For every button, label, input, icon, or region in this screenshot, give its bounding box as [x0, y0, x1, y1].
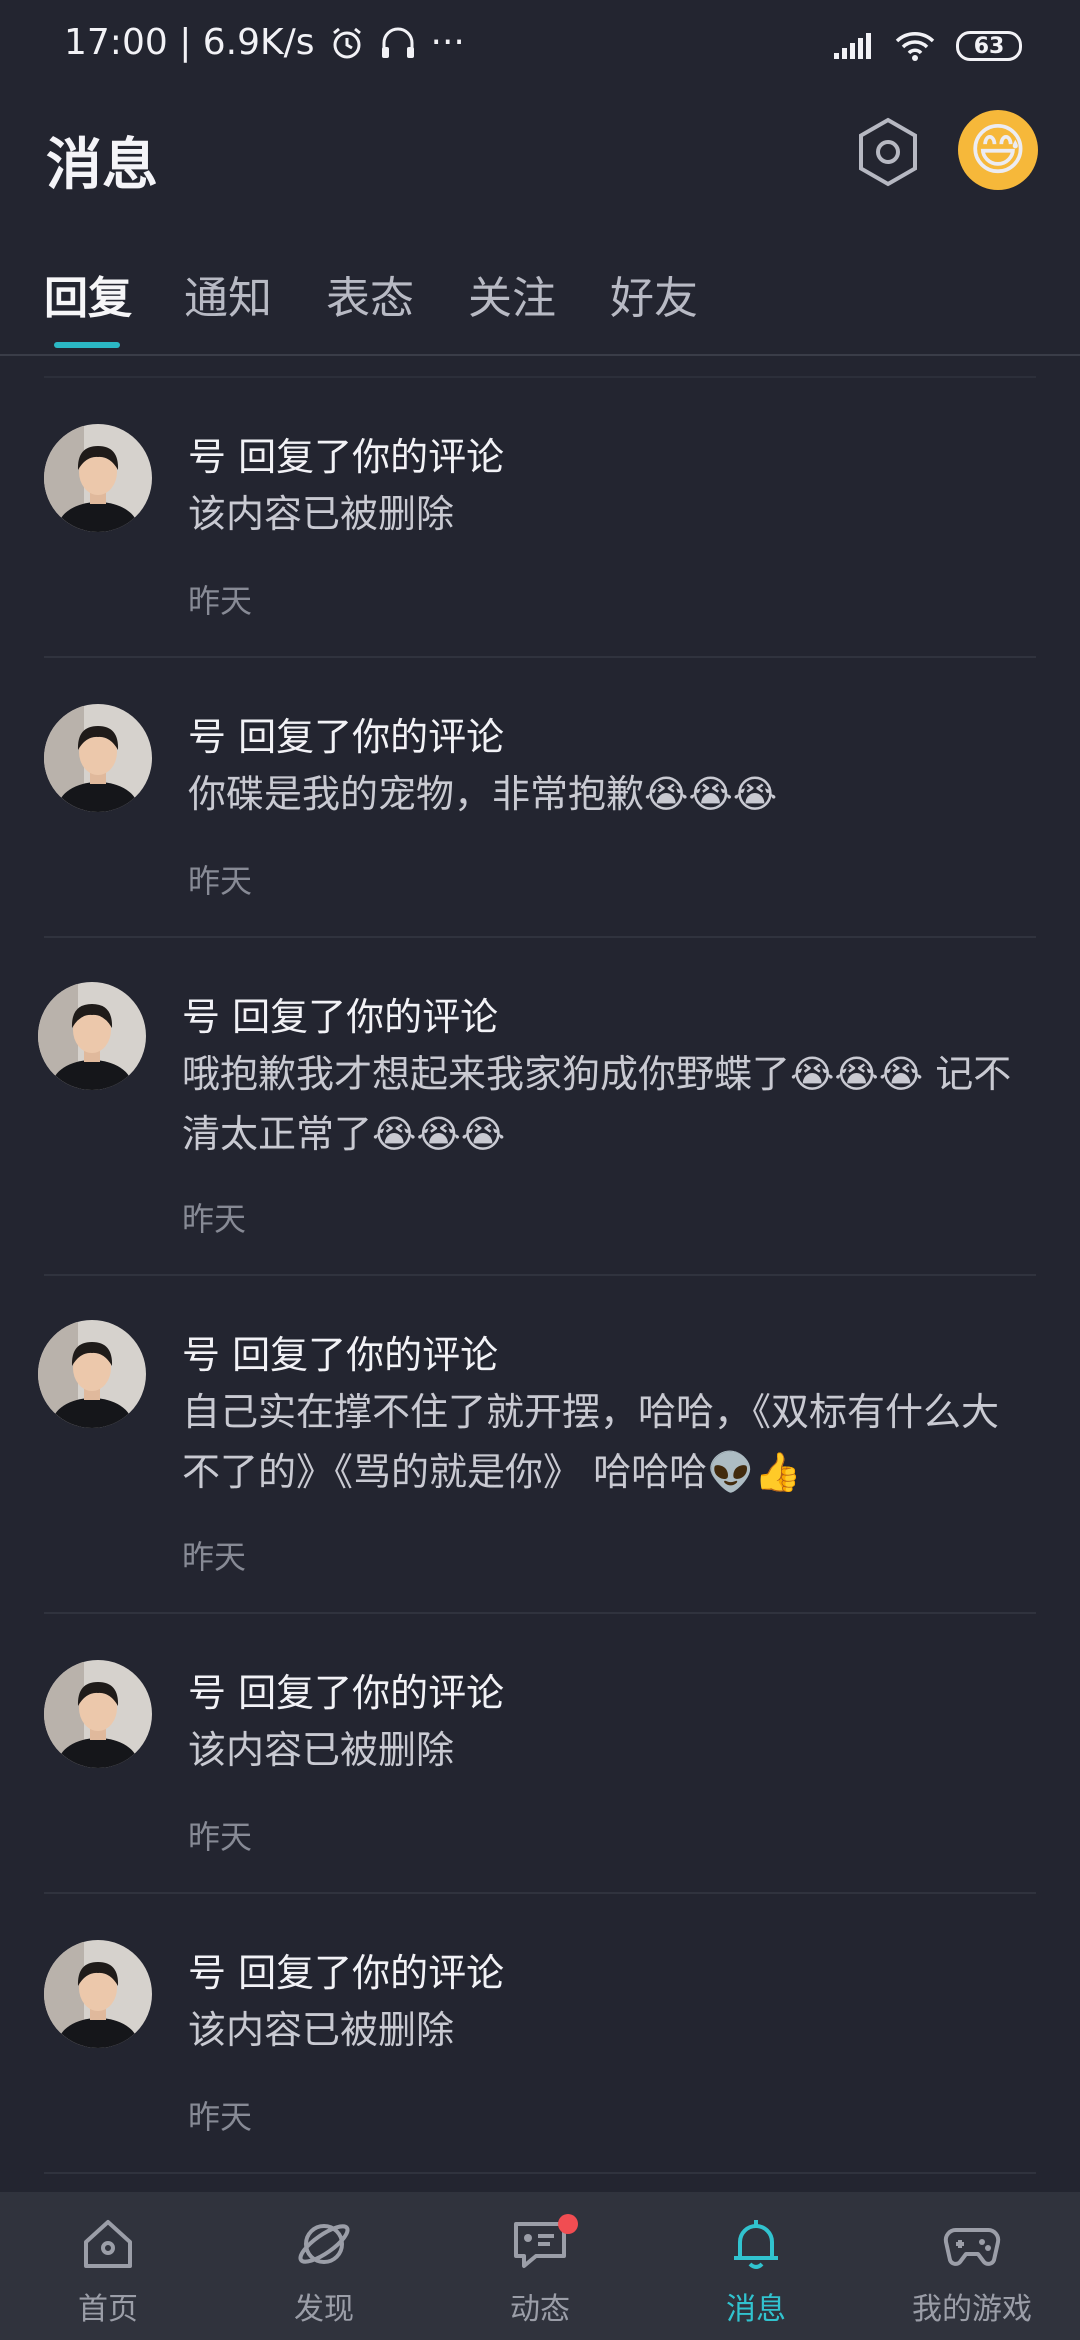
- divider: [44, 936, 1036, 938]
- avatar[interactable]: [44, 1940, 152, 2048]
- reply-content: 该内容已被删除: [188, 1728, 455, 1772]
- bottom-nav: 首页 发现 动态 消息 我的游戏: [0, 2192, 1080, 2340]
- divider: [44, 1892, 1036, 1894]
- user-avatar-image: [44, 704, 152, 812]
- nav-label: 动态: [510, 2292, 570, 2327]
- status-bar: 17:00 | 6.9K/s ··· 63: [0, 0, 1080, 96]
- avatar[interactable]: [44, 1660, 152, 1768]
- user-avatar-image: [44, 1660, 152, 1768]
- tab-friends[interactable]: 好友: [610, 262, 698, 326]
- reply-content: 自己实在撑不住了就开摆，哈哈，《双标有什么大不了的》《骂的就是你》 哈哈哈👽👍: [182, 1390, 1000, 1494]
- nav-discover[interactable]: 发现: [216, 2192, 432, 2340]
- reply-content: 你碟是我的宠物，非常抱歉😭😭😭: [188, 772, 778, 816]
- divider: [44, 1612, 1036, 1614]
- divider: [44, 376, 1036, 378]
- tab-active-indicator: [54, 342, 120, 348]
- status-left: 17:00 | 6.9K/s ···: [64, 22, 465, 63]
- message-tabs: 回复 通知 表态 关注 好友: [0, 250, 1080, 356]
- reply-content: 该内容已被删除: [188, 2008, 455, 2052]
- sweat-smile-icon: 😅: [968, 117, 1028, 183]
- gamepad-icon: [943, 2228, 1001, 2266]
- nav-my-games[interactable]: 我的游戏: [864, 2192, 1080, 2340]
- profile-avatar[interactable]: 😅: [958, 110, 1038, 190]
- avatar[interactable]: [38, 982, 146, 1090]
- wifi-icon: [895, 32, 935, 61]
- user-avatar-image: [38, 1320, 146, 1428]
- nav-label: 发现: [294, 2292, 354, 2327]
- battery-indicator: 63: [956, 31, 1022, 61]
- tab-notice[interactable]: 通知: [184, 262, 272, 326]
- divider: [44, 1274, 1036, 1276]
- reply-content: 该内容已被删除: [188, 492, 455, 536]
- reply-time: 昨天: [182, 1538, 247, 1576]
- planet-icon: [298, 2224, 350, 2264]
- nav-label: 消息: [726, 2292, 786, 2327]
- page-title: 消息: [46, 133, 158, 198]
- headphones-icon: [381, 27, 414, 58]
- home-icon: [84, 2220, 132, 2268]
- status-more: ···: [430, 22, 465, 63]
- alarm-icon: [332, 27, 361, 58]
- user-avatar-image: [44, 424, 152, 532]
- reply-title: 号 回复了你的评论: [188, 1951, 505, 1995]
- user-avatar-image: [44, 1940, 152, 2048]
- avatar[interactable]: [44, 704, 152, 812]
- avatar[interactable]: [38, 1320, 146, 1428]
- nav-feed[interactable]: 动态: [432, 2192, 648, 2340]
- reply-title: 号 回复了你的评论: [182, 995, 499, 1039]
- tab-follow[interactable]: 关注: [468, 262, 556, 326]
- reply-time: 昨天: [188, 2098, 253, 2136]
- reply-title: 号 回复了你的评论: [188, 1671, 505, 1715]
- status-time-speed: 17:00 | 6.9K/s: [64, 22, 315, 63]
- nav-home[interactable]: 首页: [0, 2192, 216, 2340]
- battery-level: 63: [973, 33, 1005, 59]
- signal-icon: [834, 33, 871, 59]
- nav-label: 我的游戏: [912, 2292, 1032, 2327]
- reply-time: 昨天: [188, 1818, 253, 1856]
- reply-time: 昨天: [188, 862, 253, 900]
- bell-icon: [734, 2220, 778, 2269]
- notification-badge: [558, 2214, 578, 2234]
- reply-content: 哦抱歉我才想起来我家狗成你野蝶了😭😭😭 记不清太正常了😭😭😭: [182, 1052, 1012, 1156]
- reply-title: 号 回复了你的评论: [188, 715, 505, 759]
- reply-title: 号 回复了你的评论: [188, 435, 505, 479]
- nav-messages[interactable]: 消息: [648, 2192, 864, 2340]
- divider: [44, 2172, 1036, 2174]
- status-right: 63: [832, 30, 1022, 62]
- reply-title: 号 回复了你的评论: [182, 1333, 499, 1377]
- settings-icon[interactable]: [852, 114, 924, 190]
- divider: [44, 656, 1036, 658]
- avatar[interactable]: [44, 424, 152, 532]
- tab-reactions[interactable]: 表态: [326, 262, 414, 326]
- nav-label: 首页: [78, 2292, 138, 2327]
- reply-time: 昨天: [182, 1200, 247, 1238]
- user-avatar-image: [38, 982, 146, 1090]
- tab-reply[interactable]: 回复: [44, 262, 132, 326]
- header: 消息 😅: [0, 100, 1080, 220]
- reply-time: 昨天: [188, 582, 253, 620]
